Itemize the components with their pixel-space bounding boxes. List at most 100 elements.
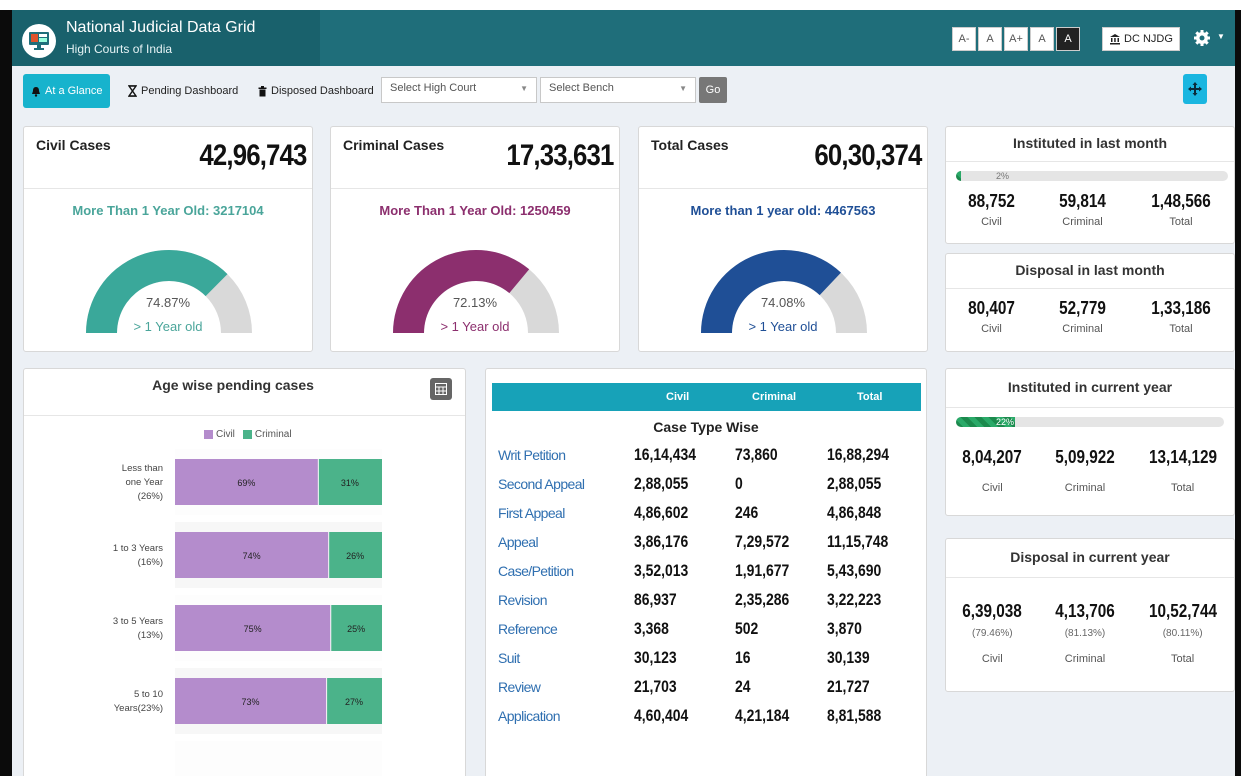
trash-icon [258,85,267,96]
category-label: (16%) [138,557,163,568]
case-type-row: Reference 3,368 502 3,870 [486,617,926,646]
gauge-percent: 74.87% [145,295,191,310]
card-title: Total Cases [651,137,729,153]
old-cases-text: More than 1 year old: 4467563 [690,203,876,218]
case-type-link[interactable]: Reference [498,621,558,637]
disposal-last-month-card: Disposal in last month 80,407 Civil 52,77… [945,253,1235,352]
bar-label-civil: 74% [243,551,261,561]
gear-icon [1194,30,1210,46]
chart-band [175,741,382,776]
case-type-link[interactable]: Case/Petition [498,563,574,579]
caret-down-icon: ▼ [1217,32,1225,41]
criminal-value: 7,29,572 [735,532,790,551]
card-count: 42,96,743 [198,139,307,172]
contrast-light-button[interactable]: A [1030,27,1054,51]
case-type-link[interactable]: Appeal [498,534,539,550]
card-header: Criminal Cases 17,33,631 [331,127,619,189]
category-label: 5 to 10 [134,689,163,700]
divider [946,288,1234,289]
gauge-caption: > 1 Year old [133,319,203,334]
brand[interactable]: National Judicial Data Grid High Courts … [12,10,320,66]
tab-label: Disposed Dashboard [271,85,374,97]
dc-njdg-button[interactable]: DC NJDG [1102,27,1180,51]
case-type-card: Civil Criminal Total Case Type Wise Writ… [485,368,927,776]
tab-disposed-dashboard[interactable]: Disposed Dashboard [250,74,382,108]
col-civil: Civil [666,391,690,403]
font-increase-button[interactable]: A+ [1004,27,1028,51]
progress-label: 2% [996,171,1010,181]
total-value: 11,15,748 [827,532,889,551]
criminal-value: 0 [735,474,743,493]
case-type-link[interactable]: Application [498,708,560,724]
case-type-link[interactable]: Second Appeal [498,476,585,492]
civil-count: 6,39,038 (79.46%) Civil [962,601,1023,665]
civil-value: 3,86,176 [634,532,689,551]
age-wise-bar-chart: 69% 31% Less than one Year (26%) 74% 26% 1 to 3… [113,449,382,776]
gauge-percent: 74.08% [760,295,806,310]
card-header: Total Cases 60,30,374 [639,127,927,189]
divider [946,577,1234,578]
col-total: Total [857,391,883,403]
case-type-link[interactable]: Suit [498,650,520,666]
counts-row: 8,04,207 Civil 5,09,922 Criminal 13,14,129… [946,447,1234,494]
toolbar: At a Glance Pending Dashboard Disposed D… [12,66,1235,116]
select-high-court[interactable]: Select High Court ▼ [381,77,537,103]
category-label: 3 to 5 Years [113,616,163,627]
select-bench[interactable]: Select Bench ▼ [540,77,696,103]
bell-icon [32,86,40,97]
case-type-row: Second Appeal 2,88,055 0 2,88,055 [486,472,926,501]
font-normal-button[interactable]: A [978,27,1002,51]
old-cases-text: More Than 1 Year Old: 3217104 [72,203,264,218]
disposal-current-year-card: Disposal in current year 6,39,038 (79.46%… [945,538,1235,692]
instituted-current-year-card: Instituted in current year 22% 8,04,207 C… [945,368,1235,516]
card-title: Instituted in current year [1007,379,1173,395]
total-value: 21,727 [827,677,870,696]
bar-label-civil: 69% [237,478,255,488]
tab-label: At a Glance [45,85,103,97]
card-title: Disposal in current year [1010,549,1170,565]
bar-label-civil: 73% [242,697,260,707]
select-bench-value: Select Bench [549,82,614,94]
total-value: 30,139 [827,648,870,667]
civil-value: 3,52,013 [634,561,689,580]
civil-value: 21,703 [634,677,677,696]
move-button[interactable] [1183,74,1207,104]
category-label: 1 to 3 Years [113,543,163,554]
case-type-link[interactable]: First Appeal [498,505,565,521]
age-wise-card: Age wise pending cases Civil Criminal 69… [23,368,466,776]
case-type-row: Suit 30,123 16 30,139 [486,646,926,675]
font-decrease-button[interactable]: A- [952,27,976,51]
criminal-gauge [393,250,559,333]
civil-count: 8,04,207 Civil [962,447,1023,494]
civil-value: 3,368 [634,619,669,638]
gauge-percent: 72.13% [452,295,498,310]
go-button[interactable]: Go [699,77,727,103]
civil-gauge [86,250,252,333]
tab-at-a-glance[interactable]: At a Glance [23,74,111,108]
card-title: Civil Cases [36,137,111,153]
tab-label: Pending Dashboard [141,85,239,97]
contrast-dark-button[interactable]: A [1056,27,1080,51]
criminal-value: 24 [735,677,751,696]
app-subtitle: High Courts of India [66,42,173,56]
screenshot-border-top [0,0,1241,10]
settings-button[interactable] [1190,26,1214,50]
bank-icon [1110,34,1120,45]
civil-value: 30,123 [634,648,677,667]
criminal-value: 73,860 [735,445,778,464]
bar-label-criminal: 25% [347,624,365,634]
case-type-link[interactable]: Review [498,679,541,695]
screenshot-border-right [1235,10,1241,776]
case-type-row: Revision 86,937 2,35,286 3,22,223 [486,588,926,617]
criminal-value: 2,35,286 [735,590,790,609]
case-type-link[interactable]: Revision [498,592,547,608]
criminal-count: 59,814 Criminal [1059,191,1106,228]
case-type-row: Case/Petition 3,52,013 1,91,677 5,43,690 [486,559,926,588]
civil-value: 2,88,055 [634,474,689,493]
total-value: 16,88,294 [827,445,890,464]
total-count: 1,48,566 Total [1151,191,1211,228]
case-type-link[interactable]: Writ Petition [498,447,566,463]
tab-pending-dashboard[interactable]: Pending Dashboard [120,74,246,108]
case-type-row: Review 21,703 24 21,727 [486,675,926,704]
total-value: 4,86,848 [827,503,882,522]
